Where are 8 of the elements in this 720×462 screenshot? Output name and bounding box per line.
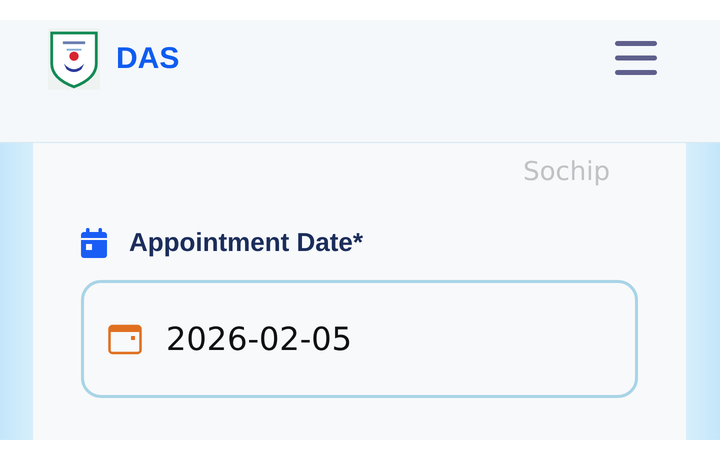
app-title: DAS [116, 42, 180, 76]
calendar-icon [81, 228, 107, 258]
menu-icon [614, 39, 658, 77]
menu-button[interactable] [614, 39, 658, 77]
field-label: Appointment Date* [129, 227, 363, 258]
shield-emblem-icon [48, 27, 100, 91]
calendar-icon [108, 323, 142, 355]
date-field[interactable]: 2026-02-05 [81, 280, 638, 398]
